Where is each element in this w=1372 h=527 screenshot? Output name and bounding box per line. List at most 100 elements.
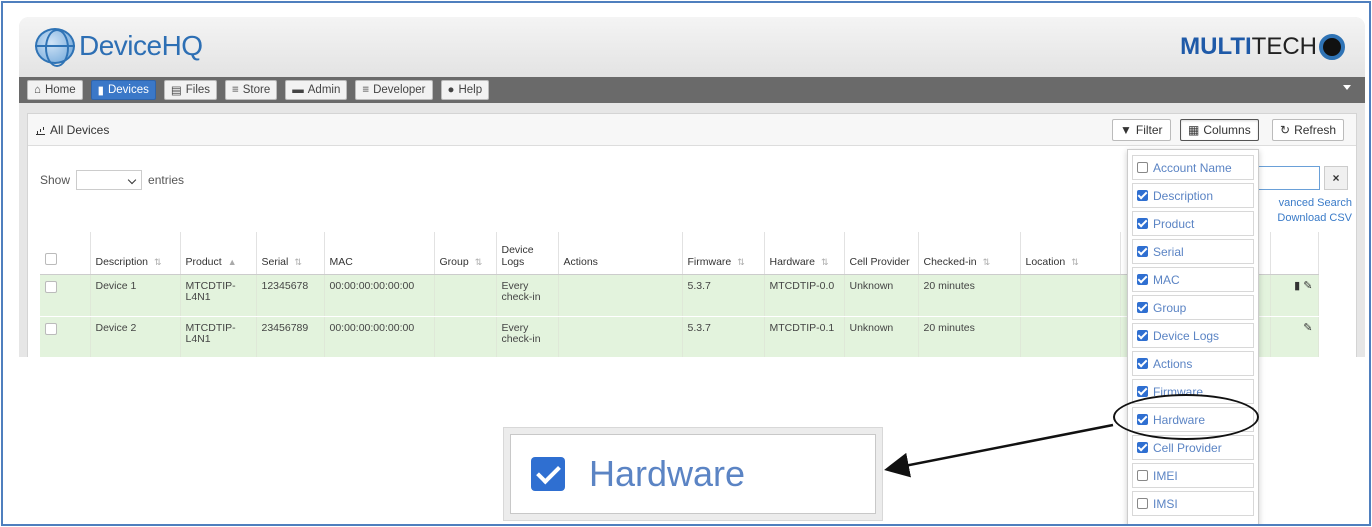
filter-button[interactable]: ▼ Filter bbox=[1112, 119, 1171, 141]
col-device-logs[interactable]: Device Logs bbox=[496, 232, 559, 275]
nav-store[interactable]: ≡ Store bbox=[225, 80, 278, 100]
col-mac[interactable]: MAC bbox=[324, 232, 435, 275]
sort-icon: ⇅ bbox=[821, 256, 829, 267]
signal-icon: ▮ bbox=[97, 85, 104, 97]
file-icon[interactable]: ▮ bbox=[1294, 280, 1300, 292]
devicehq-logo[interactable]: DeviceHQ bbox=[35, 27, 203, 67]
select-all-checkbox[interactable] bbox=[45, 252, 57, 265]
checkbox-checked-icon bbox=[1137, 330, 1148, 341]
nav-developer[interactable]: ≡ Developer bbox=[355, 80, 433, 100]
cart-icon: ≡ bbox=[362, 84, 370, 96]
signal-icon bbox=[36, 126, 45, 135]
nav-caret-icon[interactable] bbox=[1343, 85, 1351, 90]
checkbox-icon bbox=[1137, 498, 1148, 509]
cell-group bbox=[434, 316, 497, 357]
cell-device-logs: Every check-in bbox=[496, 316, 559, 357]
cell-firmware: 5.3.7 bbox=[682, 316, 765, 357]
col-firmware[interactable]: Firmware ⇅ bbox=[682, 232, 765, 275]
column-toggle-serial[interactable]: Serial bbox=[1132, 239, 1254, 264]
cell-group bbox=[434, 274, 497, 317]
col-actions[interactable]: Actions bbox=[558, 232, 683, 275]
cart-icon: ≡ bbox=[232, 84, 239, 96]
checkbox-checked-icon bbox=[1137, 302, 1148, 313]
col-description[interactable]: Description ⇅ bbox=[90, 232, 181, 275]
brand-circle-icon bbox=[1319, 34, 1345, 60]
nav-home[interactable]: ⌂ Home bbox=[27, 80, 83, 100]
nav-help[interactable]: ● Help bbox=[440, 80, 490, 100]
column-toggle-product[interactable]: Product bbox=[1132, 211, 1254, 236]
row-action-cell: ✎ bbox=[1270, 316, 1319, 357]
checkbox-checked-icon bbox=[1137, 442, 1148, 453]
column-toggle-imei[interactable]: IMEI bbox=[1132, 463, 1254, 488]
cell-device-logs: Every check-in bbox=[496, 274, 559, 317]
checkbox-checked-icon bbox=[1137, 358, 1148, 369]
cell-location bbox=[1020, 274, 1121, 317]
panel-header: All Devices ▼ Filter ▦ Columns ↻ Refresh bbox=[28, 114, 1356, 146]
col-serial[interactable]: Serial ⇅ bbox=[256, 232, 325, 275]
columns-dropdown: Account Name Description Product Serial … bbox=[1127, 149, 1259, 524]
logo-text: DeviceHQ bbox=[79, 30, 203, 61]
cell-description: Device 1 bbox=[90, 274, 181, 317]
main-nav: ⌂ Home ▮ Devices ▤ Files ≡ Store ▬ Admin ≡ Dev… bbox=[19, 77, 1365, 103]
col-group[interactable]: Group ⇅ bbox=[434, 232, 497, 275]
column-toggle-imsi[interactable]: IMSI bbox=[1132, 491, 1254, 516]
checkbox-checked-icon bbox=[1137, 386, 1148, 397]
clear-search-button[interactable]: × bbox=[1324, 166, 1348, 190]
sort-asc-icon: ▲ bbox=[227, 256, 237, 267]
cell-hardware: MTCDTIP-0.0 bbox=[764, 274, 845, 317]
checkbox-checked-icon bbox=[1137, 218, 1148, 229]
select-all-header[interactable] bbox=[40, 232, 91, 275]
column-toggle-actions[interactable]: Actions bbox=[1132, 351, 1254, 376]
col-cell-provider[interactable]: Cell Provider bbox=[844, 232, 919, 275]
columns-button[interactable]: ▦ Columns bbox=[1180, 119, 1259, 141]
cell-serial: 12345678 bbox=[256, 274, 325, 317]
highlight-ellipse bbox=[1113, 394, 1259, 440]
download-csv-link[interactable]: Download CSV bbox=[1262, 211, 1352, 226]
sort-icon: ⇅ bbox=[737, 256, 745, 267]
cell-mac: 00:00:00:00:00:00 bbox=[324, 274, 435, 317]
nav-devices[interactable]: ▮ Devices bbox=[90, 80, 156, 100]
column-toggle-device-logs[interactable]: Device Logs bbox=[1132, 323, 1254, 348]
advanced-search-link[interactable]: vanced Search bbox=[1262, 196, 1352, 211]
row-checkbox-cell[interactable] bbox=[40, 274, 91, 317]
file-icon: ▤ bbox=[170, 85, 182, 97]
page-length-control: Show entries bbox=[40, 170, 184, 190]
zoomed-hardware-toggle: Hardware bbox=[510, 434, 876, 514]
refresh-button[interactable]: ↻ Refresh bbox=[1272, 119, 1345, 141]
row-checkbox[interactable] bbox=[45, 322, 57, 335]
sort-icon: ⇅ bbox=[294, 256, 302, 267]
column-toggle-account-name[interactable]: Account Name bbox=[1132, 155, 1254, 180]
col-product[interactable]: Product ▲ bbox=[180, 232, 257, 275]
cell-cell-provider: Unknown bbox=[844, 274, 919, 317]
nav-files[interactable]: ▤ Files bbox=[163, 80, 218, 100]
col-row-actions bbox=[1270, 232, 1319, 275]
cell-actions bbox=[558, 316, 683, 357]
column-toggle-group[interactable]: Group bbox=[1132, 295, 1254, 320]
row-checkbox[interactable] bbox=[45, 280, 57, 293]
search-input[interactable] bbox=[1256, 166, 1320, 190]
globe-icon bbox=[35, 28, 75, 67]
edit-icon[interactable]: ✎ bbox=[1303, 280, 1312, 292]
cell-product: MTCDTIP-L4N1 bbox=[180, 274, 257, 317]
refresh-icon: ↻ bbox=[1280, 123, 1291, 137]
sort-icon: ⇅ bbox=[1071, 256, 1079, 267]
edit-icon[interactable]: ✎ bbox=[1303, 322, 1312, 334]
briefcase-icon: ▬ bbox=[292, 84, 304, 96]
col-checked-in[interactable]: Checked-in ⇅ bbox=[918, 232, 1021, 275]
checkbox-icon bbox=[1137, 470, 1148, 481]
cell-description: Device 2 bbox=[90, 316, 181, 357]
cell-product: MTCDTIP-L4N1 bbox=[180, 316, 257, 357]
col-location[interactable]: Location ⇅ bbox=[1020, 232, 1121, 275]
question-icon: ● bbox=[447, 84, 455, 96]
filter-icon: ▼ bbox=[1120, 123, 1132, 137]
cell-checked-in: 20 minutes bbox=[918, 274, 1021, 317]
checkbox-checked-icon bbox=[531, 457, 565, 491]
screenshot-frame: DeviceHQ MULTI TECH ⌂ Home ▮ Devices ▤ Files… bbox=[1, 1, 1371, 526]
page-length-select[interactable] bbox=[76, 170, 143, 190]
zoomed-callout: Hardware bbox=[503, 427, 883, 521]
column-toggle-mac[interactable]: MAC bbox=[1132, 267, 1254, 292]
col-hardware[interactable]: Hardware ⇅ bbox=[764, 232, 845, 275]
column-toggle-description[interactable]: Description bbox=[1132, 183, 1254, 208]
nav-admin[interactable]: ▬ Admin bbox=[285, 80, 348, 100]
row-checkbox-cell[interactable] bbox=[40, 316, 91, 357]
